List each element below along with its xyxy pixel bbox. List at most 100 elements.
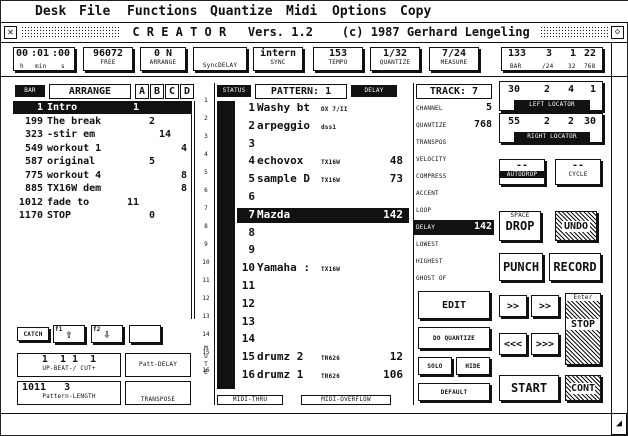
track-param-row[interactable]: HIGHEST [414,254,494,269]
mute-number[interactable]: 4 [197,151,215,158]
drop-button[interactable]: SPACE DROP [499,211,541,241]
cycle-button[interactable]: -- CYCLE [555,159,601,185]
pattern-row[interactable]: 8 [237,226,409,241]
arrange-row[interactable]: 1170STOP0 [13,209,191,222]
record-button[interactable]: RECORD [549,253,601,281]
left-locator[interactable]: 30 2 4 1 LEFT LOCATOR [499,81,603,111]
track-param-row[interactable]: DELAY142 [414,220,494,235]
mute-number[interactable]: 12 [197,295,215,302]
arrange-display[interactable]: 0 N ARRANGE [140,47,186,71]
pattern-row[interactable]: 15drumz 2TR62612 [237,350,409,365]
pattern-row[interactable]: 9 [237,243,409,258]
sync-display[interactable]: intern SYNC [253,47,303,71]
arrange-row[interactable]: 323-stir em14 [13,128,191,141]
time-display[interactable]: 00 : 01 : 00 h min s [13,47,75,71]
arrange-scrollbar[interactable] [191,101,195,319]
track-param-row[interactable]: LOWEST [414,237,494,252]
mute-number[interactable]: 6 [197,187,215,194]
start-button[interactable]: START [499,375,559,401]
quantize-display[interactable]: 1/32 QUANTIZE [370,47,420,71]
mute-number[interactable]: 13 [197,313,215,320]
pattern-row[interactable]: 6 [237,190,409,205]
track-param-row[interactable]: COMPRESS [414,169,494,184]
vertical-scrollbar[interactable] [611,43,627,413]
track-param-row[interactable]: VELOCITY [414,152,494,167]
pattern-length-display[interactable]: 1011 3 Pattern-LENGTH [17,381,121,405]
fullscreen-icon[interactable]: ◇ [611,26,624,39]
punch-button[interactable]: PUNCH [499,253,543,281]
menu-functions[interactable]: Functions [127,4,197,19]
pattern-row[interactable]: 11 [237,279,409,294]
solo-button[interactable]: SOLO [418,357,452,375]
menu-quantize[interactable]: Quantize [210,4,273,19]
edit-button[interactable]: EDIT [418,291,490,319]
mute-number[interactable]: 3 [197,133,215,140]
track-param-row[interactable]: LOOP [414,203,494,218]
patt-delay-button[interactable]: Patt-DELAY [125,353,191,377]
col-c-header[interactable]: C [165,84,179,99]
menu-file[interactable]: File [79,4,110,19]
mute-number[interactable]: 8 [197,223,215,230]
midi-overflow-button[interactable]: MIDI-OVERFLOW [301,395,391,405]
fast-rewind-button[interactable]: <<< [499,333,527,355]
pattern-row[interactable]: 12 [237,297,409,312]
arrange-row[interactable]: 1Intro1 [13,101,191,114]
measure-display[interactable]: 7/24 MEASURE [429,47,479,71]
close-icon[interactable]: ✕ [4,26,17,39]
arrange-row[interactable]: 775workout 48 [13,169,191,182]
hide-button[interactable]: HIDE [456,357,490,375]
pattern-row[interactable]: 13 [237,315,409,330]
menu-midi[interactable]: Midi [286,4,317,19]
cont-button[interactable]: CONT [565,375,601,401]
bar-position-display[interactable]: 133 3 1 22 BAR /24 32 768 [501,47,603,71]
do-quantize-button[interactable]: DO QUANTIZE [418,327,490,349]
track-parameters[interactable]: CHANNEL5 QUANTIZE768 TRANSPOS VELOCITY COMPR… [414,101,494,291]
stop-button[interactable]: Enter STOP [565,293,601,365]
default-button[interactable]: DEFAULT [418,383,490,401]
mute-number[interactable]: 5 [197,169,215,176]
track-param-row[interactable]: GHOST OF [414,271,494,286]
menu-desk[interactable]: Desk [35,4,66,19]
arrange-row[interactable]: 885TX16W dem8 [13,182,191,195]
autodrop-button[interactable]: -- AUTODROP [499,159,545,185]
menu-copy[interactable]: Copy [400,4,431,19]
pattern-row[interactable]: 3 [237,137,409,152]
upbeat-display[interactable]: 1 1 1 1 UP-BEAT-/ CUT+ [17,353,121,377]
col-a-header[interactable]: A [135,84,149,99]
arrange-row[interactable]: 587original5 [13,155,191,168]
track-param-row[interactable]: TRANSPOS [414,135,494,150]
syncdelay-button[interactable]: SyncDELAY [193,47,247,71]
arrange-row[interactable]: 1012fade to11 [13,196,191,209]
forward-button[interactable]: >> [531,295,559,317]
mute-number[interactable]: 7 [197,205,215,212]
pattern-row[interactable]: 1Washy btDX 7/II [237,101,409,116]
track-param-row[interactable]: CHANNEL5 [414,101,494,116]
mute-number[interactable]: 9 [197,241,215,248]
pattern-row[interactable]: 2arpeggiodss1 [237,119,409,134]
arrange-row[interactable]: 549workout 14 [13,142,191,155]
pattern-row[interactable]: 14 [237,332,409,347]
f2-down-button[interactable]: f2 ⇩ [91,325,123,343]
pattern-row[interactable]: 16drumz 1TR626106 [237,368,409,383]
pattern-list[interactable]: 1Washy btDX 7/II 2arpeggiodss1 3 4echovoxTX… [237,101,409,389]
pattern-row[interactable]: 10Yamaha :TX16W [237,261,409,276]
title-bar[interactable]: ✕ C R E A T O R Vers. 1.2 (c) 1987 Gerha… [1,23,628,43]
pattern-row[interactable]: 4echovoxTX16W48 [237,154,409,169]
step-forward-button[interactable]: >>> [531,333,559,355]
tempo-display[interactable]: 153 TEMPO [313,47,363,71]
midi-thru-button[interactable]: MIDI-THRU [217,395,283,405]
track-param-row[interactable]: QUANTIZE768 [414,118,494,133]
arrange-row[interactable]: 199The break2 [13,115,191,128]
col-d-header[interactable]: D [180,84,194,99]
f1-up-button[interactable]: f1 ⇧ [53,325,85,343]
catch-button[interactable]: CATCH [17,327,49,341]
mute-number[interactable]: 14 [197,331,215,338]
col-b-header[interactable]: B [150,84,164,99]
mute-number[interactable]: 1 [197,97,215,104]
track-param-row[interactable]: ACCENT [414,186,494,201]
resize-icon[interactable]: ◢ [611,413,627,435]
arrange-list[interactable]: 1Intro1199The break2323-stir em14549work… [13,101,195,319]
mute-number[interactable]: 2 [197,115,215,122]
undo-button[interactable]: UNDO [555,211,597,241]
menu-options[interactable]: Options [332,4,387,19]
